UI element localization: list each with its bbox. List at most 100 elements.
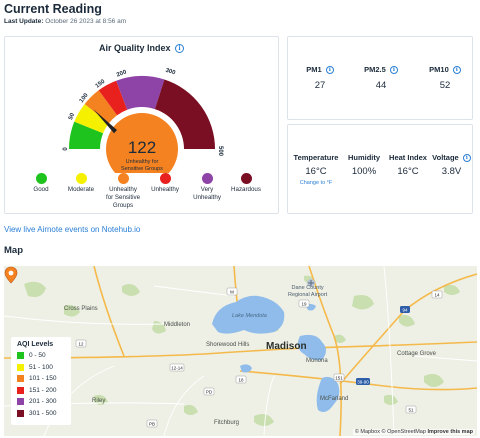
shield-151: 151	[335, 375, 343, 380]
page-title: Current Reading	[4, 2, 102, 16]
legend-item-hazardous: Hazardous	[221, 173, 271, 194]
info-icon[interactable]: i	[389, 66, 398, 74]
legend-dot	[75, 173, 87, 184]
pm10-label: PM10 i	[415, 65, 475, 74]
shield-12: 12	[78, 341, 84, 346]
pm10-label-text: PM10	[429, 65, 449, 74]
legend-label: Groups	[112, 202, 134, 209]
place-cross-plains: Cross Plains	[64, 306, 98, 312]
pm10-reading: PM10 i 52	[415, 65, 475, 91]
scale-label-500: 500	[217, 146, 223, 157]
legend-dot	[159, 173, 171, 184]
legend-range: 0 - 50	[29, 352, 46, 360]
legend-swatch	[17, 375, 24, 383]
map[interactable]: M 19 94 14 12 12-14 151 39-90 18 51 PD P…	[4, 266, 477, 436]
voltage-label: Voltage i	[431, 153, 472, 162]
notehub-link[interactable]: View live Airnote events on Notehub.io	[4, 225, 140, 234]
pm25-label: PM2.5 i	[351, 65, 411, 74]
legend-swatch	[17, 409, 24, 417]
pm25-reading: PM2.5 i 44	[351, 65, 411, 91]
legend-swatch	[17, 386, 24, 394]
pm1-label-text: PM1	[306, 65, 322, 74]
place-fitchburg: Fitchburg	[214, 420, 240, 426]
shield-pd: PD	[206, 389, 213, 394]
legend-swatch	[17, 398, 24, 406]
map-aqi-legend: AQI Levels 0 - 50 51 - 100 101 - 150 151…	[11, 337, 71, 425]
scale-label-300: 300	[165, 68, 177, 77]
place-riley: Riley	[92, 398, 106, 404]
attribution-mapbox[interactable]: © Mapbox	[355, 429, 380, 435]
environment-card: Temperature 16°C Change to °F Humidity 1…	[287, 124, 473, 214]
pm1-reading: PM1 i 27	[290, 65, 350, 91]
shield-14: 14	[434, 292, 440, 297]
shield-12-14: 12-14	[171, 365, 183, 370]
map-legend-row: 301 - 500	[17, 408, 65, 420]
attribution-osm[interactable]: © OpenStreetMap	[382, 429, 426, 435]
place-mcfarland: McFarland	[320, 396, 349, 402]
lake-mendota: Lake Mendota	[232, 313, 267, 319]
aqi-value: 122	[128, 138, 156, 157]
heat-index-label: Heat Index	[389, 153, 427, 162]
info-icon[interactable]: i	[462, 154, 471, 162]
place-cottage-grove: Cottage Grove	[397, 351, 437, 357]
aqi-gauge: 0 50 100 150 200 300 500 122 Unhealthy f…	[63, 68, 223, 173]
legend-dot	[240, 173, 252, 184]
pm10-value: 52	[439, 80, 451, 91]
legend-dot	[35, 173, 47, 184]
place-middleton: Middleton	[164, 322, 191, 328]
place-airport: Dane County Regional Airport	[288, 285, 327, 298]
info-icon[interactable]: i	[325, 66, 334, 74]
humidity-value: 100%	[351, 166, 377, 177]
temperature-label: Temperature	[293, 153, 339, 162]
improve-map-link[interactable]: Improve this map	[427, 429, 473, 435]
map-legend-title: AQI Levels	[17, 341, 54, 348]
pm25-label-text: PM2.5	[364, 65, 386, 74]
map-legend-row: 201 - 300	[17, 396, 65, 408]
humidity-label: Humidity	[347, 153, 381, 162]
aqi-category-line1: Unhealthy for	[126, 159, 159, 165]
last-update-label: Last Update:	[4, 18, 44, 25]
sensor-pin-icon[interactable]	[4, 266, 18, 284]
voltage-reading: Voltage i 3.8V	[431, 153, 472, 177]
map-attribution: © Mapbox © OpenStreetMap Improve this ma…	[352, 429, 475, 435]
legend-dot	[201, 173, 213, 184]
heat-index-value: 16°C	[397, 166, 419, 177]
particulate-card: PM1 i 27 PM2.5 i 44 PM10 i 52	[287, 36, 473, 120]
map-title: Map	[4, 245, 23, 256]
legend-range: 301 - 500	[29, 409, 57, 417]
pm25-value: 44	[375, 80, 387, 91]
legend-range: 51 - 100	[29, 363, 53, 371]
change-unit-link[interactable]: Change to °F	[292, 180, 340, 186]
airport-line2: Regional Airport	[288, 291, 328, 298]
info-icon[interactable]: i	[452, 66, 461, 74]
temperature-reading: Temperature 16°C Change to °F	[292, 153, 340, 186]
legend-range: 201 - 300	[29, 398, 57, 406]
shield-39-90: 39-90	[357, 379, 369, 384]
place-shorewood-hills: Shorewood Hills	[206, 342, 250, 348]
map-legend-row: 0 - 50	[17, 350, 65, 362]
legend-range: 151 - 200	[29, 386, 57, 394]
map-legend-row: 101 - 150	[17, 373, 65, 385]
map-legend-row: 51 - 100	[17, 362, 65, 374]
shield-m: M	[230, 289, 234, 294]
legend-swatch	[17, 363, 24, 371]
legend-label: for Sensitive	[105, 194, 141, 201]
legend-swatch	[17, 352, 24, 360]
last-update: Last Update: October 26 2023 at 8:56 am	[4, 18, 126, 25]
aqi-category-line2: Sensitive Groups	[121, 166, 163, 172]
legend-dot	[117, 173, 129, 184]
pm1-label: PM1 i	[290, 65, 350, 74]
scale-label-0: 0	[63, 147, 69, 151]
map-legend-row: 151 - 200	[17, 385, 65, 397]
place-madison: Madison	[266, 341, 307, 352]
legend-range: 101 - 150	[29, 375, 57, 383]
voltage-label-text: Voltage	[432, 153, 459, 162]
last-update-value: October 26 2023 at 8:56 am	[45, 18, 127, 25]
scale-label-200: 200	[116, 69, 128, 78]
aqi-card: Air Quality Index i 0 50 100 150 200 300…	[4, 36, 279, 214]
legend-label: Hazardous	[231, 186, 261, 193]
shield-51: 51	[408, 407, 414, 412]
aqi-legend: Good Moderate Unhealthy for Sensitive Gr…	[5, 173, 278, 213]
shield-18: 18	[238, 377, 244, 382]
temperature-value: 16°C	[305, 166, 327, 177]
